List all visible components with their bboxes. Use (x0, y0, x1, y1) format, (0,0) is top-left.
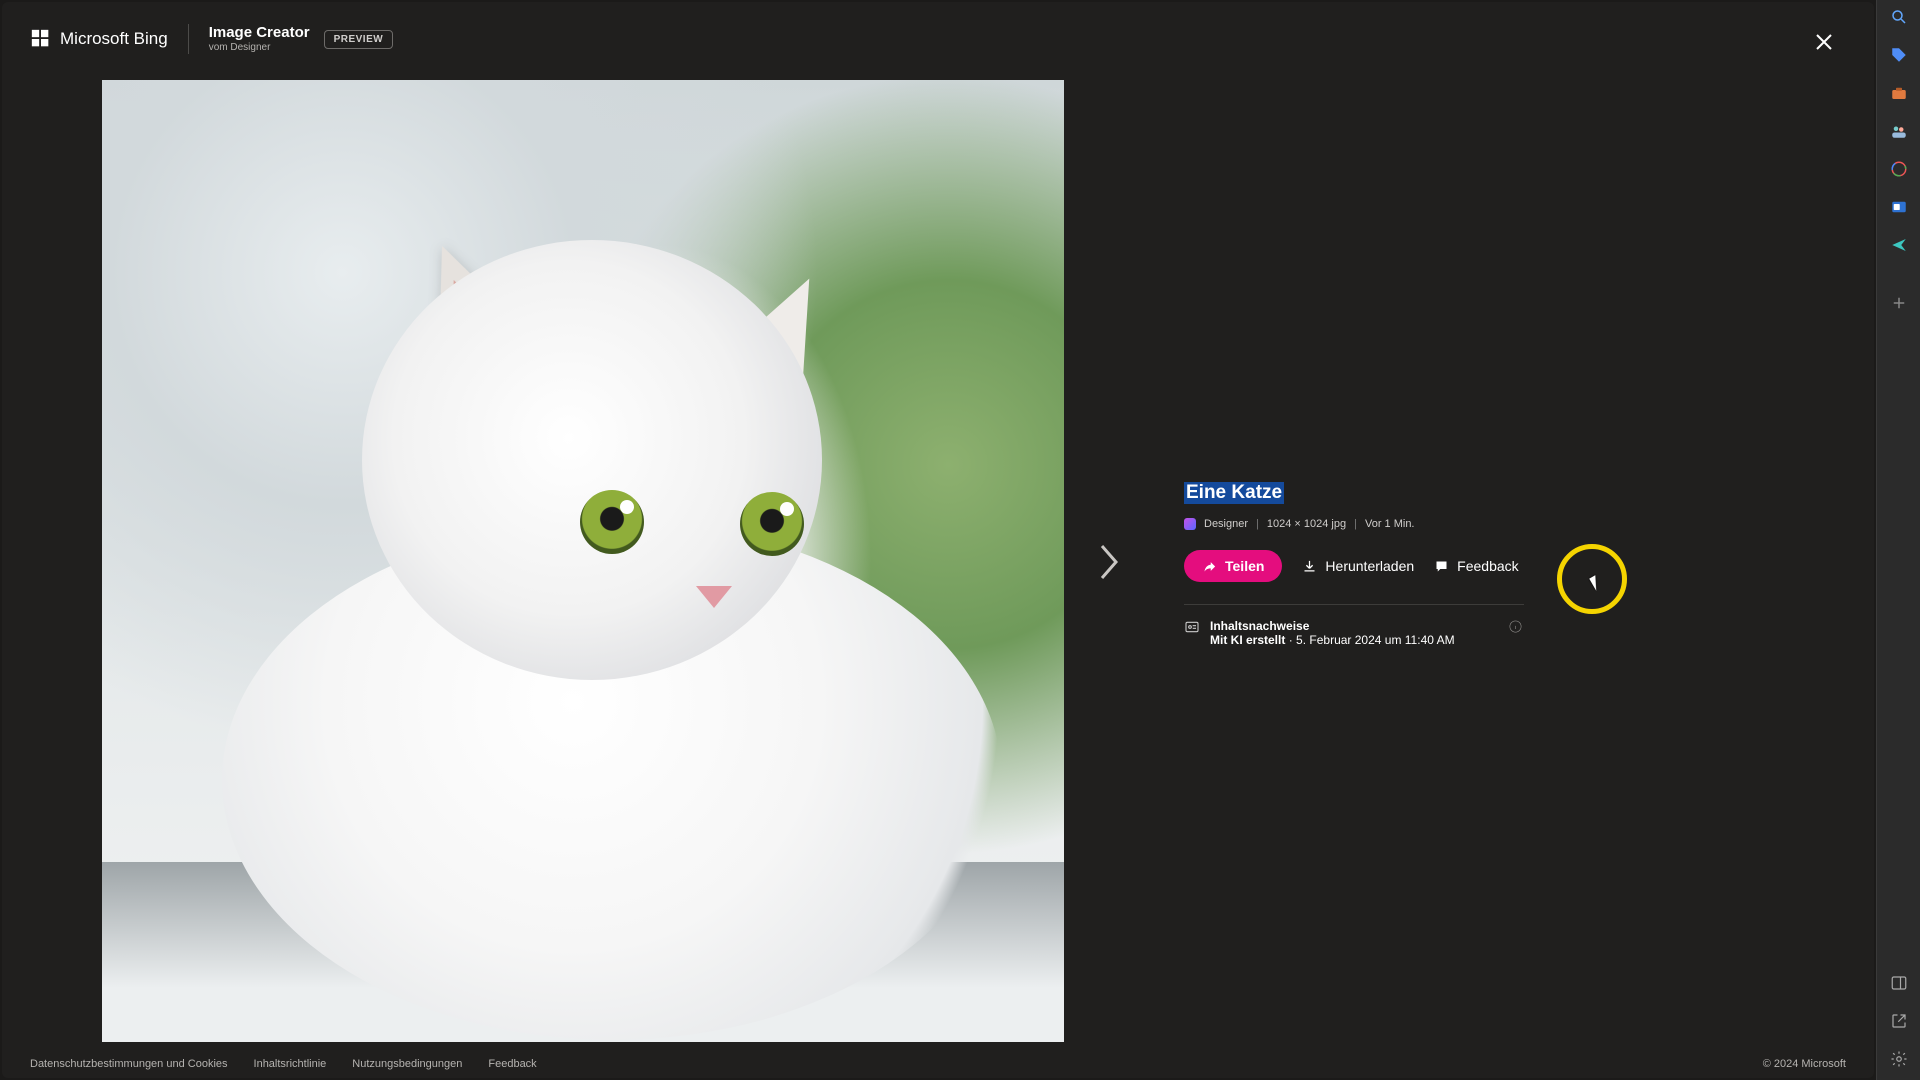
people-icon[interactable] (1888, 120, 1910, 142)
image-meta: Designer | 1024 × 1024 jpg | Vor 1 Min. (1184, 518, 1524, 530)
product-subtitle: vom Designer (209, 42, 310, 53)
image-age: Vor 1 Min. (1365, 518, 1415, 530)
panel-icon[interactable] (1888, 972, 1910, 994)
footer-feedback-link[interactable]: Feedback (488, 1058, 536, 1070)
footer: Datenschutzbestimmungen und Cookies Inha… (30, 1058, 1846, 1070)
cursor-highlight (1557, 544, 1627, 614)
brand-text: Microsoft Bing (60, 29, 168, 49)
header-divider (188, 24, 189, 54)
image-creator-panel: Microsoft Bing Image Creator vom Designe… (2, 2, 1874, 1078)
close-button[interactable] (1810, 28, 1838, 56)
generated-image[interactable] (102, 80, 1064, 1042)
footer-content-policy-link[interactable]: Inhaltsrichtlinie (254, 1058, 327, 1070)
info-divider (1184, 604, 1524, 605)
send-icon[interactable] (1888, 234, 1910, 256)
credentials-icon (1184, 619, 1200, 635)
credentials-heading: Inhaltsnachweise (1210, 619, 1455, 633)
bing-logo[interactable]: Microsoft Bing (30, 28, 168, 50)
created-date: 5. Februar 2024 um 11:40 AM (1296, 633, 1455, 647)
outlook-icon[interactable] (1888, 196, 1910, 218)
product-title-block[interactable]: Image Creator vom Designer (209, 25, 310, 53)
prompt-text[interactable]: Eine Katze (1184, 482, 1284, 504)
ai-created-label: Mit KI erstellt (1210, 633, 1285, 647)
header: Microsoft Bing Image Creator vom Designe… (30, 24, 393, 54)
search-icon[interactable] (1888, 6, 1910, 28)
feedback-label: Feedback (1457, 558, 1518, 574)
next-image-button[interactable] (1090, 544, 1126, 580)
preview-badge: PREVIEW (324, 30, 394, 49)
feedback-button[interactable]: Feedback (1434, 558, 1518, 574)
content-credentials: Inhaltsnachweise Mit KI erstellt · 5. Fe… (1184, 619, 1524, 647)
browser-sidebar (1876, 0, 1920, 1080)
briefcase-icon[interactable] (1888, 82, 1910, 104)
share-button[interactable]: Teilen (1184, 550, 1282, 582)
meta-separator: | (1354, 518, 1357, 530)
source-label: Designer (1204, 518, 1248, 530)
share-label: Teilen (1225, 558, 1264, 574)
download-label: Herunterladen (1325, 558, 1414, 574)
meta-separator: | (1256, 518, 1259, 530)
image-dimensions: 1024 × 1024 jpg (1267, 518, 1346, 530)
image-actions: Teilen Herunterladen Feedback (1184, 550, 1524, 582)
credentials-info-button[interactable] (1508, 619, 1524, 635)
footer-terms-link[interactable]: Nutzungsbedingungen (352, 1058, 462, 1070)
footer-copyright: © 2024 Microsoft (1763, 1058, 1846, 1070)
footer-privacy-link[interactable]: Datenschutzbestimmungen und Cookies (30, 1058, 228, 1070)
settings-icon[interactable] (1888, 1048, 1910, 1070)
external-link-icon[interactable] (1888, 1010, 1910, 1032)
add-icon[interactable] (1888, 292, 1910, 314)
image-info: Eine Katze Designer | 1024 × 1024 jpg | … (1184, 482, 1524, 647)
designer-icon (1184, 518, 1196, 530)
tag-icon[interactable] (1888, 44, 1910, 66)
product-title: Image Creator (209, 25, 310, 42)
download-button[interactable]: Herunterladen (1302, 558, 1414, 574)
office-icon[interactable] (1888, 158, 1910, 180)
